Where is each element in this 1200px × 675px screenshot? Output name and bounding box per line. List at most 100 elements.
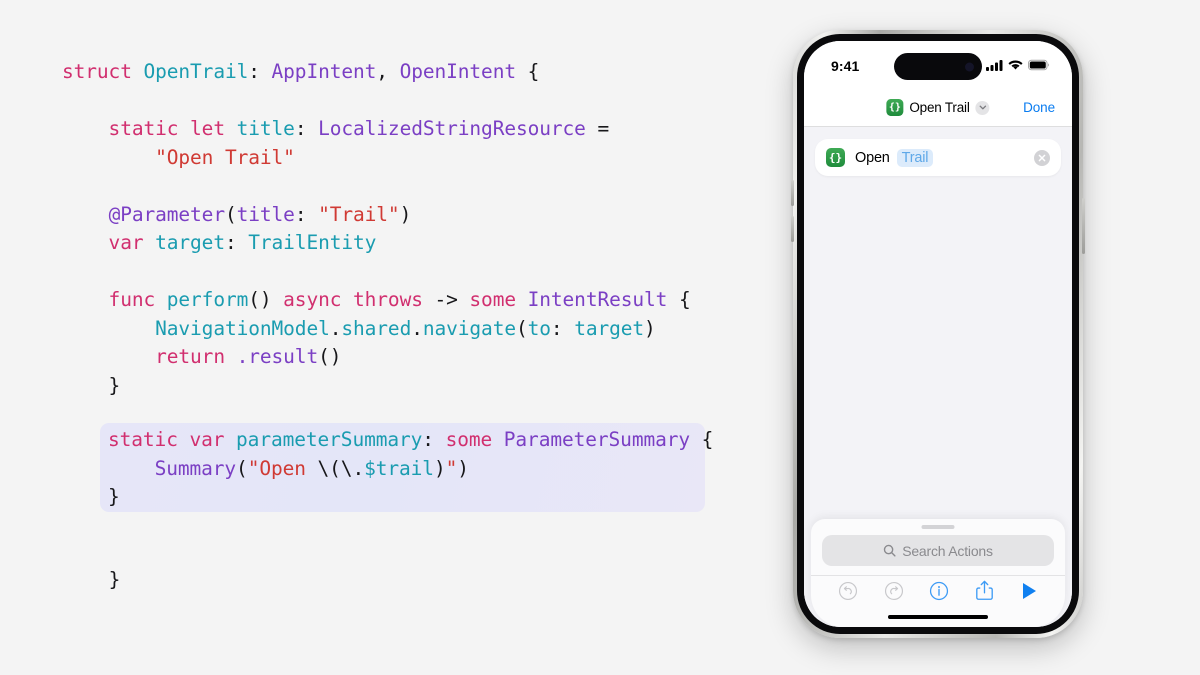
code-token: shared — [341, 316, 412, 340]
code-token: ( — [515, 316, 528, 340]
redo-icon — [884, 581, 903, 600]
code-token: ) — [433, 456, 446, 480]
code-token: ParameterSummary — [503, 428, 691, 451]
code-token: static var — [108, 428, 237, 451]
code-token: title — [236, 202, 295, 226]
code-line: return .result() — [62, 343, 691, 372]
action-card-open-trail[interactable]: {} Open Trail — [815, 139, 1061, 176]
code-token: LocalizedStringResource — [318, 117, 586, 140]
code-token: . — [329, 316, 342, 340]
code-token: some — [469, 288, 528, 311]
code-line: } — [108, 483, 713, 512]
code-pane: struct OpenTrail: AppIntent, OpenIntent … — [0, 0, 760, 675]
iphone-mockup: 9:41 {} Open Trail Done {} Open Trail Se… — [791, 30, 1085, 638]
phone-screen: 9:41 {} Open Trail Done {} Open Trail Se… — [804, 41, 1072, 627]
action-label: Open — [855, 149, 890, 166]
info-circle-icon — [930, 581, 949, 600]
code-token: "Open — [247, 456, 318, 480]
code-token: { — [515, 60, 540, 83]
run-button[interactable] — [1020, 581, 1038, 606]
status-icons — [986, 58, 1050, 72]
share-button[interactable] — [975, 580, 994, 606]
code-line: struct OpenTrail: AppIntent, OpenIntent … — [62, 58, 691, 87]
code-token: } — [62, 373, 121, 397]
code-token: func — [62, 288, 167, 311]
code-token: () — [318, 345, 342, 368]
clear-x-icon[interactable] — [1034, 149, 1050, 166]
code-token: ( — [236, 456, 248, 480]
search-actions-field[interactable]: Search Actions — [822, 535, 1054, 566]
front-camera-icon — [965, 62, 974, 71]
undo-icon — [838, 581, 857, 600]
code-token: : — [550, 316, 575, 340]
dynamic-island — [894, 53, 982, 80]
code-token: " — [445, 456, 458, 480]
redo-button[interactable] — [884, 581, 904, 606]
code-token: async throws — [283, 288, 435, 311]
code-line: static var parameterSummary: some Parame… — [108, 426, 713, 455]
code-token: struct — [62, 60, 144, 83]
code-token: TrailEntity — [248, 231, 377, 254]
code-token: NavigationModel — [155, 316, 330, 340]
code-token: return — [62, 345, 237, 368]
code-token: .result — [236, 345, 319, 368]
side-button[interactable] — [1082, 198, 1085, 254]
code-closing-brace: } — [108, 567, 121, 591]
code-token: { — [690, 428, 714, 451]
code-token: Summary — [154, 456, 237, 480]
code-token: "Trail" — [318, 202, 400, 226]
shortcut-editor-content: {} Open Trail Search Actions — [804, 127, 1072, 627]
actions-sheet: Search Actions — [811, 519, 1065, 627]
editor-toolbar — [811, 576, 1065, 610]
cellular-bars-icon — [986, 60, 1003, 71]
code-token: { — [667, 288, 691, 311]
undo-button[interactable] — [838, 581, 858, 606]
code-line: NavigationModel.shared.navigate(to: targ… — [62, 315, 691, 344]
code-token: \(\. — [317, 456, 365, 480]
code-line: "Open Trail" — [62, 144, 691, 173]
code-token: : — [294, 117, 319, 140]
code-line: var target: TrailEntity — [62, 229, 691, 258]
code-token: : — [294, 202, 319, 226]
code-token: @Parameter — [108, 202, 226, 226]
done-button[interactable]: Done — [1023, 100, 1055, 115]
code-token: target — [155, 231, 225, 254]
volume-down-button[interactable] — [791, 216, 794, 242]
status-bar: 9:41 — [804, 41, 1072, 93]
share-icon — [976, 580, 994, 600]
code-token: to — [527, 316, 551, 340]
code-token: ( — [224, 202, 237, 226]
code-token: var — [62, 231, 156, 254]
code-token: OpenTrail — [143, 60, 249, 83]
code-token: navigate — [422, 316, 516, 340]
code-line: } — [62, 372, 691, 401]
code-token: AppIntent — [271, 60, 377, 83]
navigation-bar: {} Open Trail Done — [804, 93, 1072, 127]
code-token: $trail — [364, 456, 434, 480]
code-line: func perform() async throws -> some Inte… — [62, 286, 691, 315]
code-token: ) — [457, 456, 469, 480]
search-placeholder: Search Actions — [902, 542, 993, 559]
code-token: : — [248, 60, 272, 83]
code-token: = — [585, 117, 610, 140]
code-token: "Open Trail" — [155, 145, 295, 169]
code-line: static let title: LocalizedStringResourc… — [62, 115, 691, 144]
nav-title-group[interactable]: {} Open Trail — [886, 99, 990, 116]
shortcut-app-icon: {} — [886, 99, 904, 116]
chevron-down-icon[interactable] — [975, 100, 990, 115]
info-button[interactable] — [929, 581, 949, 606]
parameter-summary-code: static var parameterSummary: some Parame… — [108, 426, 713, 512]
volume-up-button[interactable] — [791, 180, 794, 206]
parameter-token-trail[interactable]: Trail — [896, 148, 934, 167]
home-indicator — [888, 615, 988, 619]
code-token: some — [445, 428, 504, 451]
action-app-icon: {} — [826, 148, 845, 167]
sheet-grabber[interactable] — [921, 525, 955, 529]
code-token: target — [574, 316, 645, 340]
status-time: 9:41 — [831, 58, 860, 74]
